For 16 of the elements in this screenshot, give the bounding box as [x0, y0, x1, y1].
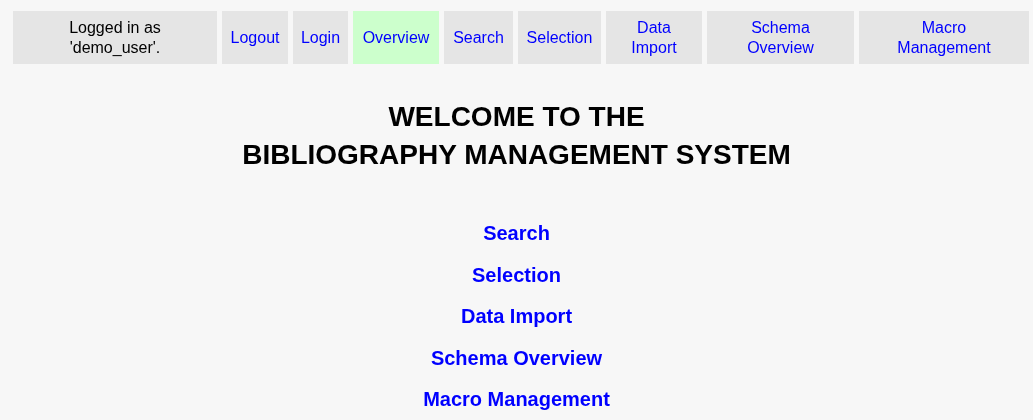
nav-link[interactable]: Schema Overview — [707, 11, 854, 64]
section-link[interactable]: Schema Overview — [430, 346, 603, 370]
nav-link[interactable]: Overview — [353, 11, 439, 64]
section-link[interactable]: Macro Management — [423, 388, 610, 412]
section-link[interactable]: Data Import — [460, 305, 573, 329]
nav-link[interactable]: Login — [293, 11, 348, 64]
nav-link[interactable]: Macro Management — [859, 11, 1029, 64]
login-status: Logged in as 'demo_user'. — [13, 11, 217, 64]
page-title: BIBLIOGRAPHY MANAGEMENT SYSTEM — [241, 138, 792, 172]
nav-link[interactable]: Search — [444, 11, 513, 64]
section-link[interactable]: Search — [483, 222, 550, 246]
nav-link[interactable]: Logout — [222, 11, 288, 64]
nav-link[interactable]: Selection — [518, 11, 601, 64]
nav-link[interactable]: Data Import — [606, 11, 702, 64]
section-link[interactable]: Selection — [472, 263, 561, 287]
page-title: WELCOME TO THE — [387, 100, 646, 134]
